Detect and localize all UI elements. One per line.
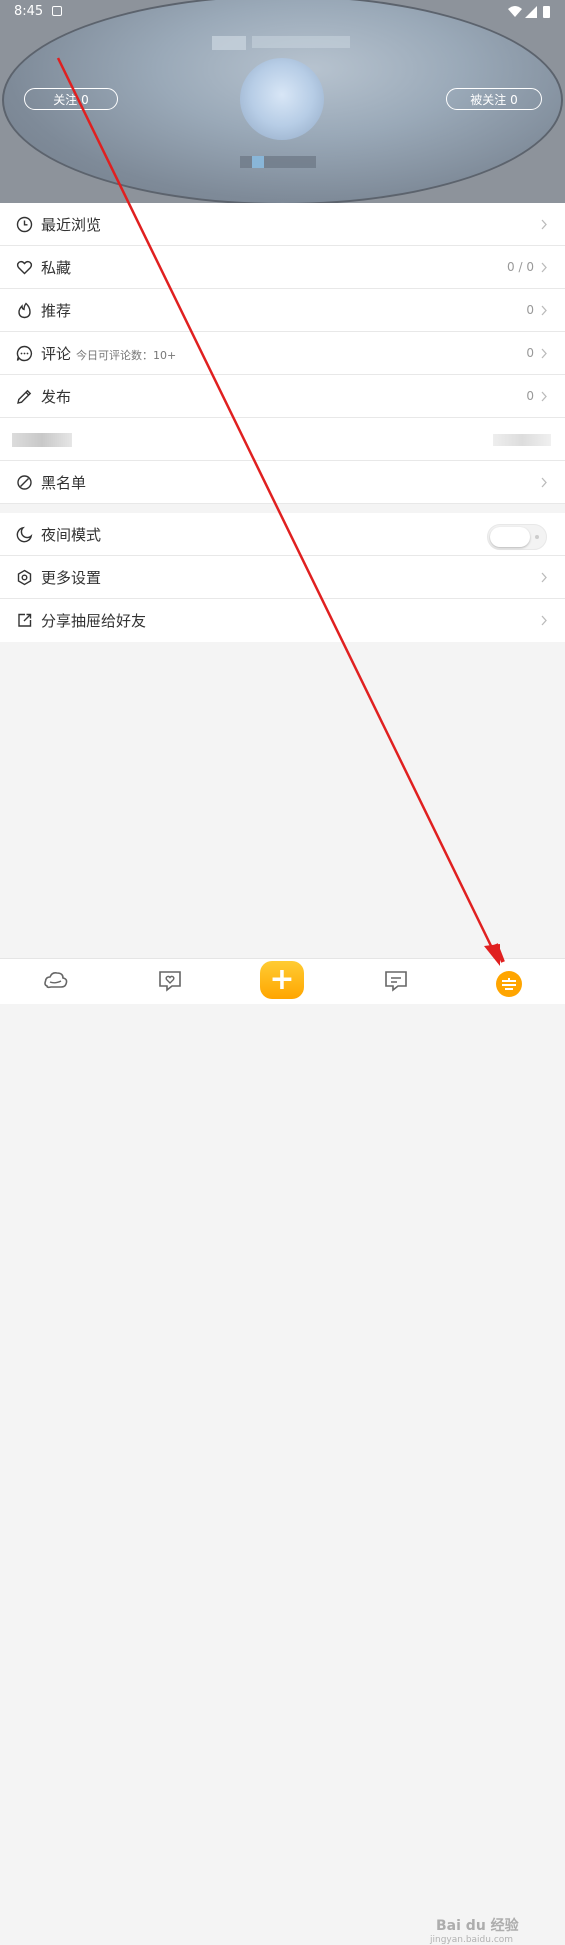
- moon-icon: [16, 526, 33, 543]
- avatar[interactable]: [240, 58, 324, 140]
- gear-icon: [17, 569, 32, 586]
- menu-item-publish[interactable]: 发布 0: [0, 375, 565, 418]
- blurred-badge: [252, 156, 264, 168]
- menu-label: 最近浏览: [41, 216, 102, 234]
- signal-icon: [525, 6, 537, 18]
- add-icon: +: [269, 962, 295, 997]
- publish-count: 0: [526, 389, 534, 403]
- following-button[interactable]: 关注 0: [24, 88, 118, 110]
- menu-item-favorites[interactable]: 私藏 0 / 0: [0, 246, 565, 289]
- chevron-right-icon: [541, 262, 547, 273]
- menu-item-recommend[interactable]: 推荐 0: [0, 289, 565, 332]
- share-icon: [18, 613, 32, 627]
- bottom-nav: + Bai du 经验 jingyan.baidu.com: [0, 958, 565, 1945]
- status-time: 8:45: [14, 4, 44, 19]
- menu-list: 最近浏览 私藏 0 / 0 推荐 0 评论 今日可评论数：10+ 0 发布 0 …: [0, 203, 565, 642]
- menu-item-blacklist[interactable]: 黑名单: [0, 461, 565, 504]
- battery-icon: [543, 6, 550, 18]
- blurred-username-2: [252, 36, 350, 48]
- chevron-right-icon: [541, 348, 547, 359]
- message-icon[interactable]: [382, 967, 410, 995]
- menu-item-more-settings[interactable]: 更多设置: [0, 556, 565, 599]
- menu-label: 推荐: [41, 302, 72, 320]
- menu-item-blurred[interactable]: [0, 418, 565, 461]
- clock-icon: [16, 216, 33, 233]
- menu-label: 私藏: [41, 259, 72, 277]
- chat-icon: [16, 345, 33, 362]
- menu-label: 更多设置: [41, 569, 102, 587]
- comments-count: 0: [526, 346, 534, 360]
- profile-header: 关注 0 被关注 0: [0, 0, 565, 203]
- wifi-icon: [508, 6, 522, 17]
- notification-icon: [52, 6, 62, 16]
- menu-label: 分享抽屉给好友: [41, 612, 147, 630]
- chevron-right-icon: [541, 477, 547, 488]
- menu-label: 发布: [41, 388, 72, 406]
- menu-item-recent[interactable]: 最近浏览: [0, 203, 565, 246]
- me-tab[interactable]: [496, 971, 522, 997]
- add-button[interactable]: +: [260, 961, 304, 999]
- chevron-right-icon: [541, 391, 547, 402]
- menu-label: 评论: [41, 345, 72, 363]
- menu-item-comments[interactable]: 评论 今日可评论数：10+ 0: [0, 332, 565, 375]
- chevron-right-icon: [541, 305, 547, 316]
- favorites-count: 0 / 0: [507, 260, 534, 274]
- comment-quota: 今日可评论数：10+: [76, 349, 177, 362]
- toggle-knob: [490, 527, 530, 547]
- status-bar: 8:45: [0, 0, 565, 24]
- menu-label: 黑名单: [41, 474, 87, 492]
- blurred-username: [212, 36, 246, 50]
- followers-button[interactable]: 被关注 0: [446, 88, 542, 110]
- menu-item-night-mode: 夜间模式: [0, 513, 565, 556]
- night-mode-toggle[interactable]: [487, 524, 547, 550]
- chevron-right-icon: [541, 219, 547, 230]
- blurred-label: [12, 433, 72, 447]
- chevron-right-icon: [541, 615, 547, 626]
- status-icons: [508, 6, 550, 18]
- block-icon: [17, 475, 32, 490]
- watermark: Bai du 经验: [436, 1918, 519, 1934]
- flame-icon: [18, 302, 31, 319]
- recommend-count: 0: [526, 303, 534, 317]
- menu-item-share[interactable]: 分享抽屉给好友: [0, 599, 565, 642]
- home-icon[interactable]: [42, 967, 70, 995]
- heart-chat-icon[interactable]: [156, 967, 184, 995]
- menu-label: 夜间模式: [41, 526, 102, 544]
- me-icon: [502, 978, 516, 990]
- section-gap: [0, 504, 565, 513]
- toggle-off-indicator: [535, 535, 539, 539]
- heart-icon: [16, 260, 33, 275]
- watermark-url: jingyan.baidu.com: [430, 1935, 514, 1945]
- blurred-value: [493, 434, 551, 446]
- chevron-right-icon: [541, 572, 547, 583]
- pencil-icon: [17, 389, 32, 404]
